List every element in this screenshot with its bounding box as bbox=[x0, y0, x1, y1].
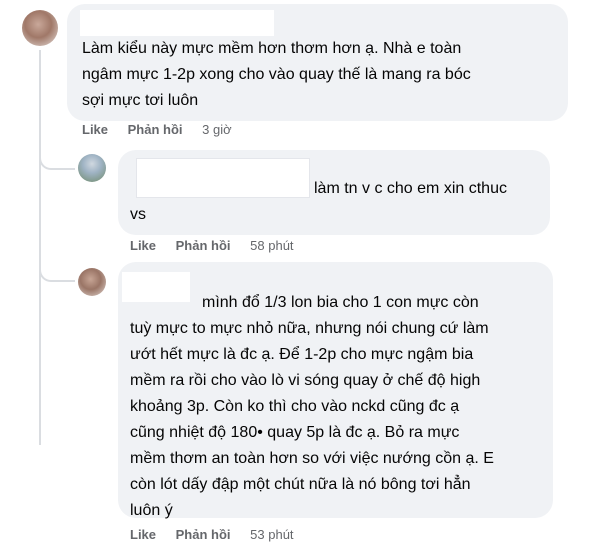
author-name-redacted[interactable] bbox=[80, 10, 274, 36]
avatar[interactable] bbox=[78, 268, 106, 296]
avatar[interactable] bbox=[22, 10, 58, 46]
thread-connector bbox=[39, 262, 75, 282]
author-name-redacted[interactable] bbox=[122, 272, 190, 302]
reply-button[interactable]: Phản hồi bbox=[176, 238, 231, 253]
like-button[interactable]: Like bbox=[130, 238, 156, 253]
comment-actions: Like Phản hồi 3 giờ bbox=[82, 122, 232, 137]
reply-button[interactable]: Phản hồi bbox=[128, 122, 183, 137]
like-button[interactable]: Like bbox=[130, 527, 156, 542]
comment-text: vs bbox=[130, 206, 146, 223]
comment-actions: Like Phản hồi 58 phút bbox=[130, 238, 294, 253]
like-button[interactable]: Like bbox=[82, 122, 108, 137]
comment-text: tuỳ mực to mực nhỏ nữa, nhưng nói chung … bbox=[130, 320, 494, 519]
timestamp[interactable]: 58 phút bbox=[250, 238, 293, 253]
comment-text-first-line: mình đổ 1/3 lon bia cho 1 con mực còn bbox=[202, 294, 479, 311]
comment-text: Làm kiểu này mực mềm hơn thơm hơn ạ. Nhà… bbox=[82, 40, 471, 109]
thread-line bbox=[39, 50, 41, 445]
comment-text-first-line: làm tn v c cho em xin cthuc bbox=[314, 180, 507, 197]
timestamp[interactable]: 53 phút bbox=[250, 527, 293, 542]
comment-actions: Like Phản hồi 53 phút bbox=[130, 527, 294, 542]
avatar[interactable] bbox=[78, 154, 106, 182]
thread-connector bbox=[39, 150, 75, 170]
author-name-redacted[interactable] bbox=[136, 158, 310, 198]
timestamp[interactable]: 3 giờ bbox=[202, 122, 232, 137]
reply-button[interactable]: Phản hồi bbox=[176, 527, 231, 542]
